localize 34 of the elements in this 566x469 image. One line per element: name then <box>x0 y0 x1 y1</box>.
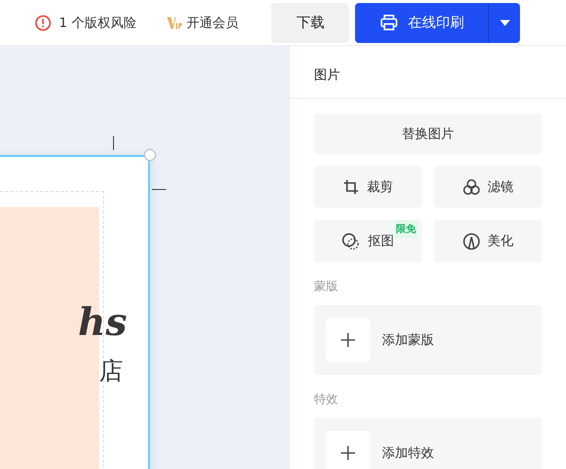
replace-image-button[interactable]: 替换图片 <box>314 114 542 154</box>
filter-button[interactable]: 滤镜 <box>434 166 542 208</box>
add-button[interactable] <box>326 318 370 362</box>
add-card[interactable]: 添加特效 <box>314 418 542 469</box>
free-badge: 限免 <box>394 220 418 238</box>
add-label: 添加蒙版 <box>382 332 434 349</box>
caret-icon <box>500 20 510 26</box>
plus-icon <box>341 333 355 347</box>
print-online-button[interactable]: 在线印刷 <box>355 2 488 42</box>
artboard[interactable]: hs 店 <box>0 155 150 469</box>
overlapping-circles-icon <box>462 179 480 195</box>
crop-icon <box>343 179 359 195</box>
warning-icon <box>35 14 51 30</box>
plus-icon <box>341 446 355 460</box>
crop-button[interactable]: 裁剪 <box>314 166 422 208</box>
vip-link[interactable]: 开通会员 <box>186 14 238 32</box>
cutout-icon <box>342 232 360 250</box>
resize-handle[interactable] <box>144 149 156 161</box>
beautify-button[interactable]: 美化 <box>434 220 542 262</box>
vip-icon <box>166 16 182 30</box>
pen-nib-icon <box>462 232 480 250</box>
add-button[interactable] <box>326 431 370 469</box>
design-title: hs <box>78 299 127 344</box>
print-options-dropdown[interactable] <box>488 2 520 42</box>
add-label: 添加特效 <box>382 445 434 462</box>
add-card[interactable]: 添加蒙版 <box>314 305 542 375</box>
section-title: 蒙版 <box>314 278 339 295</box>
printer-icon <box>380 14 398 31</box>
design-subtitle: 店 <box>99 356 123 387</box>
copyright-risk-link[interactable]: 1 个版权风险 <box>59 14 136 32</box>
section-title: 特效 <box>314 391 339 408</box>
panel-title: 图片 <box>290 46 566 99</box>
cutout-button[interactable]: 抠图 限免 <box>314 220 422 262</box>
download-button[interactable]: 下载 <box>271 2 350 42</box>
